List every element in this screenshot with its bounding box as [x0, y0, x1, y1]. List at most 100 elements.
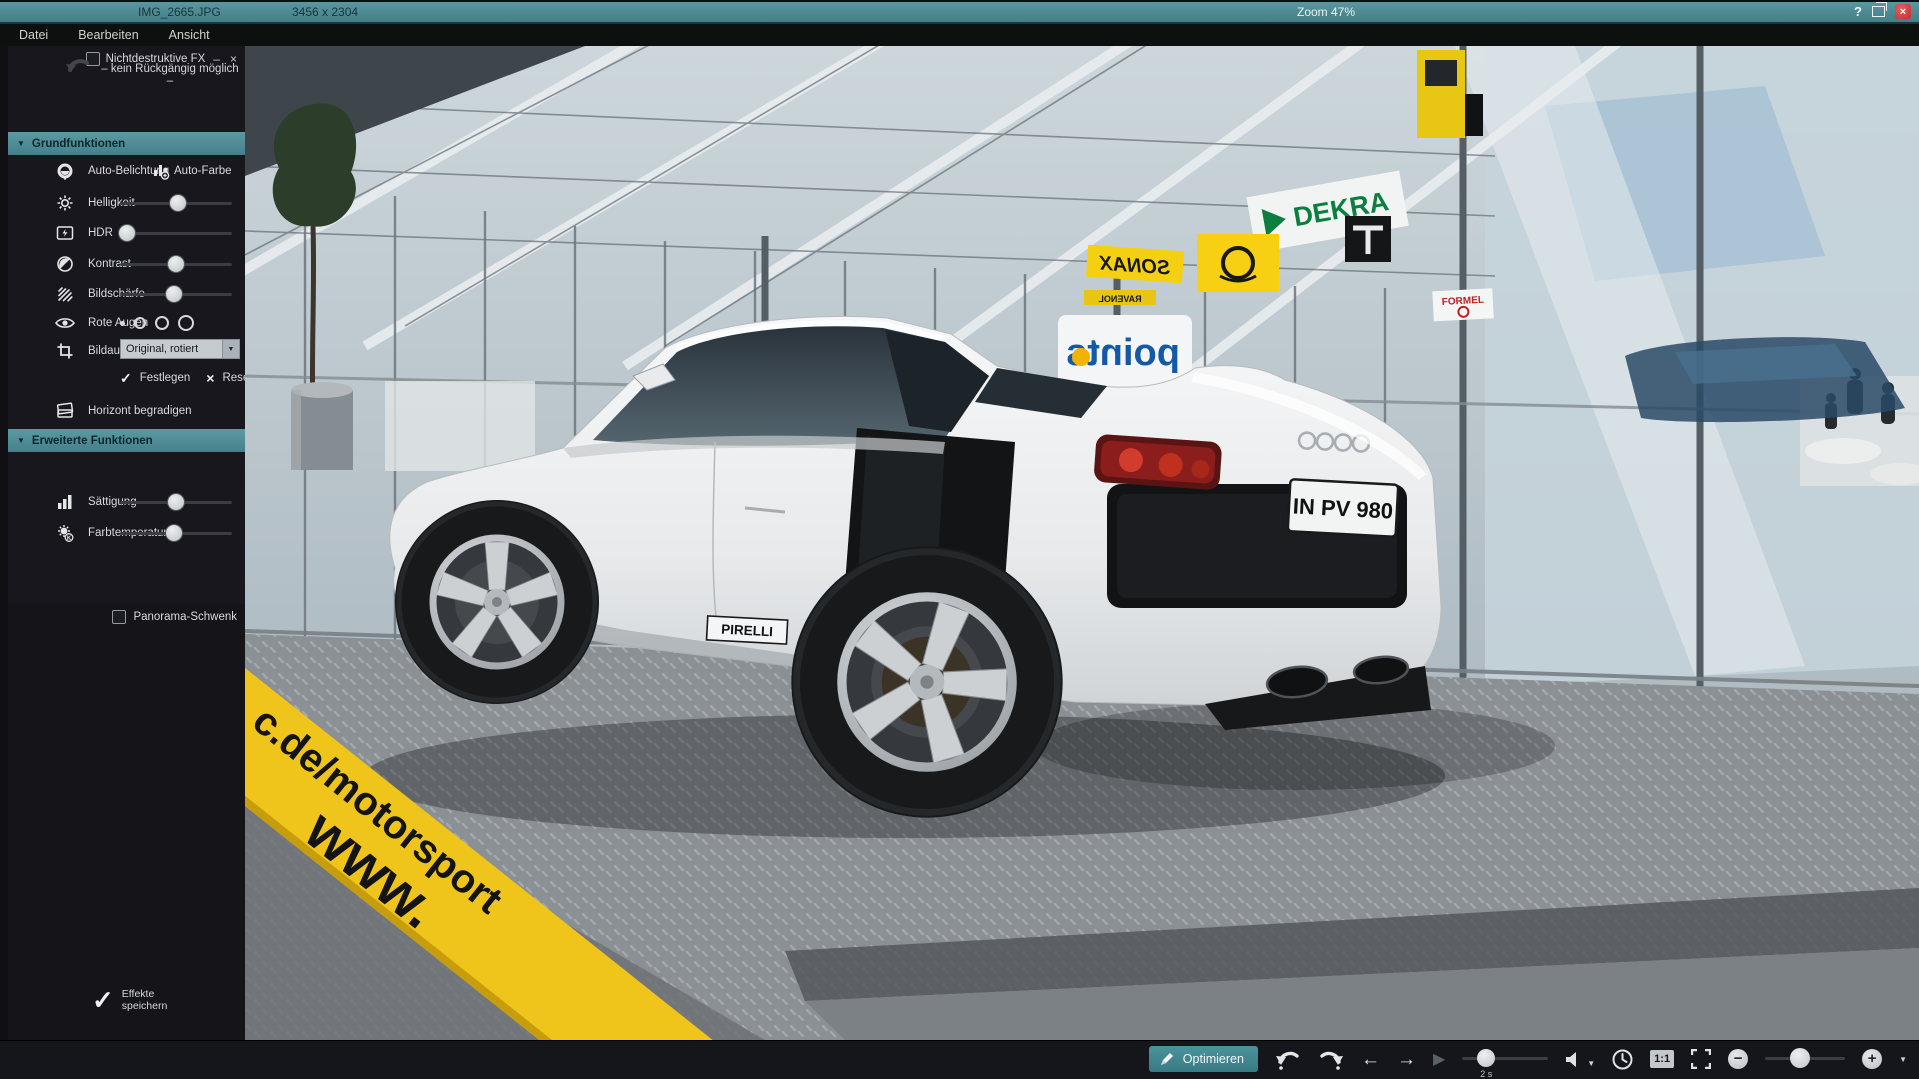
auto-exposure-icon: [54, 162, 76, 180]
filename-label: IMG_2665.JPG: [138, 5, 221, 19]
contrast-icon: [54, 255, 76, 273]
fullscreen-icon[interactable]: [1691, 1049, 1712, 1069]
sign-post-horn: [1197, 234, 1279, 292]
restore-window-button[interactable]: [1872, 2, 1887, 17]
section-erweiterte-funktionen[interactable]: ▼ Erweiterte Funktionen: [8, 429, 245, 452]
crop-preset-value: Original, rotiert: [126, 343, 199, 355]
brightness-icon: [54, 194, 76, 212]
red-eye-size-4[interactable]: [178, 315, 194, 331]
undo-icon[interactable]: [1275, 1047, 1301, 1071]
save-effects-line2: speichern: [121, 1000, 168, 1012]
brightness-slider-knob[interactable]: [170, 195, 187, 211]
sign-sonax: SONAX: [1086, 244, 1184, 284]
hdr-slider-knob[interactable]: [118, 225, 135, 241]
image-dimensions-label: 3456 x 2304: [292, 5, 359, 19]
hdr-slider[interactable]: [118, 222, 232, 244]
zoom-slider-knob[interactable]: [1789, 1048, 1810, 1068]
hdr-label: HDR: [88, 227, 113, 239]
zoom-level-label: Zoom 47%: [1297, 5, 1356, 19]
photo-canvas[interactable]: DEKRA SONAX RAVENOL points FORMEL IN PV …: [130, 0, 1919, 1079]
sharpness-slider-knob[interactable]: [165, 286, 182, 302]
auto-color-button[interactable]: Auto-Farbe: [174, 165, 232, 177]
photo-editor-window: IMG_2665.JPG 3456 x 2304 Zoom 47% ? × Da…: [0, 0, 1919, 1079]
sharpness-icon: [54, 285, 76, 303]
contrast-slider-knob[interactable]: [168, 256, 184, 272]
adjustments-panel: Nichtdestruktive FX – × – kein Rückgängi…: [8, 46, 252, 1040]
close-window-button[interactable]: ×: [1895, 4, 1911, 19]
zoom-options-caret[interactable]: ▼: [1899, 1055, 1907, 1064]
svg-text:IN PV 980: IN PV 980: [1292, 493, 1393, 523]
section-grundfunktionen[interactable]: ▼ Grundfunktionen: [8, 132, 245, 155]
brightness-slider[interactable]: [120, 192, 232, 214]
zoom-slider[interactable]: [1765, 1044, 1846, 1074]
svg-text:RAVENOL: RAVENOL: [1098, 294, 1142, 304]
crop-preset-dropdown[interactable]: Original, rotiert ▼: [120, 339, 240, 359]
horizon-straighten-button[interactable]: Horizont begradigen: [88, 405, 192, 417]
slideshow-delay-slider[interactable]: 2 s: [1462, 1044, 1549, 1079]
chevron-down-icon: ▼: [17, 436, 25, 445]
menu-datei[interactable]: Datei: [4, 28, 63, 42]
sign-ravenol: RAVENOL: [1084, 290, 1156, 305]
title-bar: IMG_2665.JPG 3456 x 2304 Zoom 47% ? ×: [0, 0, 1919, 24]
bottom-toolbar: Optimieren ← → ▶ 2 s ▼ 1:1 − + ▼: [0, 1040, 1919, 1079]
undo-icon[interactable]: [64, 54, 94, 83]
actual-size-button[interactable]: 1:1: [1650, 1050, 1675, 1068]
dropdown-arrow-icon[interactable]: ▼: [222, 340, 239, 358]
rear-wheel: [791, 546, 1063, 818]
svg-text:PIRELLI: PIRELLI: [721, 622, 773, 640]
speaker-dropdown-caret[interactable]: ▼: [1587, 1059, 1595, 1068]
section-grundfunktionen-label: Grundfunktionen: [31, 137, 126, 150]
play-slideshow-button[interactable]: ▶: [1433, 1050, 1445, 1069]
section-erweiterte-funktionen-label: Erweiterte Funktionen: [31, 434, 153, 447]
color-temperature-slider[interactable]: [120, 522, 232, 544]
auto-color-icon: [150, 162, 172, 180]
zoom-out-button[interactable]: −: [1728, 1049, 1749, 1069]
red-eye-size-1[interactable]: [120, 320, 125, 326]
slideshow-delay-knob[interactable]: [1477, 1049, 1496, 1067]
crop-apply-button[interactable]: Festlegen: [140, 372, 191, 384]
next-image-button[interactable]: →: [1397, 1050, 1416, 1069]
reset-x-icon: ×: [206, 370, 215, 386]
sharpness-slider[interactable]: [120, 283, 232, 305]
apply-check-icon: ✓: [120, 369, 132, 386]
save-effects-line1: Effekte: [121, 988, 155, 1000]
photo-audi-r8: DEKRA SONAX RAVENOL points FORMEL IN PV …: [130, 0, 1919, 1079]
svg-text:K: K: [67, 536, 72, 542]
speaker-icon[interactable]: [1565, 1051, 1583, 1068]
save-check-icon: ✓: [92, 985, 114, 1015]
color-temperature-slider-knob[interactable]: [165, 525, 182, 541]
sign-formel: FORMEL: [1432, 288, 1494, 322]
menu-bearbeiten[interactable]: Bearbeiten: [63, 28, 153, 42]
timer-clock-icon[interactable]: [1612, 1049, 1633, 1070]
slideshow-delay-value: 2 s: [1480, 1069, 1493, 1079]
help-button[interactable]: ?: [1854, 4, 1862, 19]
horizon-icon: [54, 402, 76, 420]
pirelli-logo: PIRELLI: [705, 615, 789, 645]
red-eye-size-3[interactable]: [155, 316, 169, 330]
redo-icon[interactable]: [1318, 1047, 1344, 1071]
red-eye-icon: [54, 316, 76, 330]
zoom-in-button[interactable]: +: [1862, 1049, 1883, 1069]
panorama-checkbox[interactable]: [112, 610, 127, 624]
saturation-slider-knob[interactable]: [168, 494, 184, 510]
contrast-slider[interactable]: [120, 253, 232, 275]
panel-lower-section: [8, 604, 245, 1040]
hdr-icon: [54, 224, 76, 242]
no-undo-note: – kein Rückgängig möglich –: [101, 63, 239, 87]
saturation-icon: [54, 494, 76, 510]
license-plate: IN PV 980: [1286, 478, 1400, 538]
chevron-down-icon: ▼: [17, 139, 25, 148]
red-eye-size-options: [120, 311, 194, 335]
save-effects-button[interactable]: ✓ Effekte speichern: [92, 985, 168, 1015]
red-eye-size-2[interactable]: [134, 317, 146, 329]
previous-image-button[interactable]: ←: [1361, 1050, 1380, 1069]
menu-bar: Datei Bearbeiten Ansicht: [0, 24, 1919, 46]
menu-ansicht[interactable]: Ansicht: [154, 28, 225, 42]
sign-points: points: [1058, 315, 1192, 389]
panorama-label: Panorama-Schwenk: [133, 611, 237, 623]
front-wheel: [395, 500, 599, 704]
optimize-button[interactable]: Optimieren: [1148, 1046, 1258, 1072]
pencil-icon: [1160, 1053, 1173, 1065]
color-temperature-icon: K: [54, 523, 76, 543]
saturation-slider[interactable]: [120, 491, 232, 513]
